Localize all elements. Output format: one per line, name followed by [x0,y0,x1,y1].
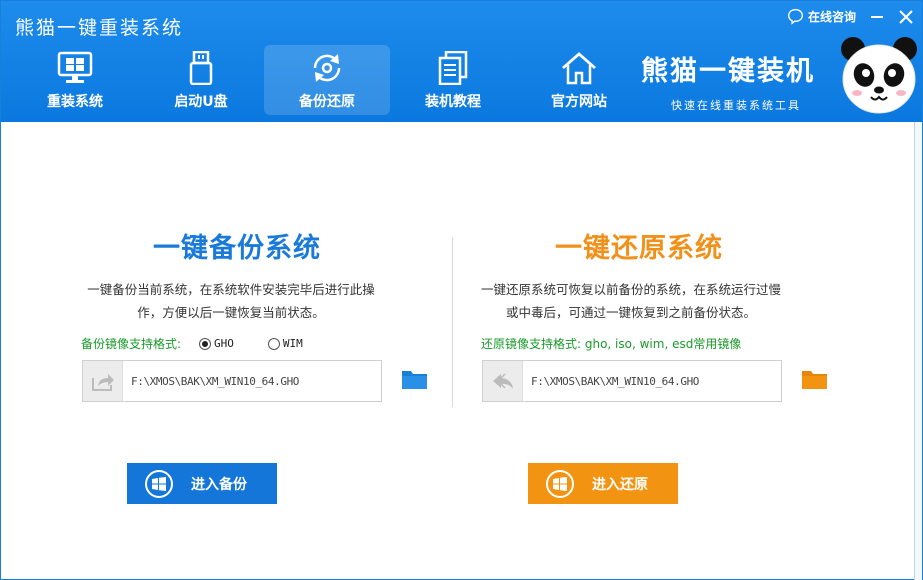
enter-restore-button[interactable]: 进入还原 [528,463,678,504]
nav-item-website[interactable]: 官方网站 [516,45,642,115]
restore-path-value: F:\XMOS\BAK\XM_WIN10_64.GHO [531,374,700,388]
reply-arrow-icon [492,373,513,389]
online-consult-link[interactable]: 在线咨询 [787,8,856,25]
restore-title: 一键还原系统 [555,233,723,264]
nav-item-label: 启动U盘 [174,94,228,110]
app-window: 熊猫一键重装系统 在线咨询 重装系统 启动U盘 备份还原 装机教程 官方网站 熊… [0,0,923,580]
brand-tagline: 快速在线重装系统工具 [671,99,801,112]
panda-mascot-logo [841,37,917,114]
restore-description: 一键还原系统可恢复以前备份的系统，在系统运行过慢或中毒后，可通过一键恢复到之前备… [481,282,782,320]
monitor-icon [57,51,93,83]
enter-backup-label: 进入备份 [191,476,247,493]
radio-indicator [267,337,280,350]
backup-folder-icon[interactable] [401,368,428,390]
format-radio-wim[interactable]: WIM [267,337,303,350]
home-icon [562,52,596,85]
format-option-label: WIM [282,337,303,350]
nav-item-backup-restore[interactable]: 备份还原 [264,45,390,115]
restore-panel: 一键还原系统 一键还原系统可恢复以前备份的系统，在系统运行过慢或中毒后，可通过一… [481,226,841,504]
app-title: 熊猫一键重装系统 [15,17,184,39]
close-button[interactable] [896,7,916,27]
close-icon [899,10,913,24]
restore-formats: 还原镜像支持格式: gho, iso, wim, esd常用镜像 [481,335,741,352]
usb-icon [189,51,213,85]
brand: 熊猫一键装机 快速在线重装系统工具 [641,49,841,113]
window-right-edge [914,122,922,580]
format-radio-gho[interactable]: GHO [199,337,234,350]
enter-backup-button[interactable]: 进入备份 [127,463,277,504]
nav-item-label: 备份还原 [299,94,355,110]
nav-item-usb[interactable]: 启动U盘 [138,45,264,115]
enter-restore-label: 进入还原 [592,476,648,493]
backup-formats-label: 备份镜像支持格式: [81,337,182,351]
windows-logo-icon [145,469,173,498]
path-icon-box [483,361,523,401]
share-arrow-icon [91,374,114,391]
format-option-label: GHO [214,337,234,350]
restore-path-field[interactable]: F:\XMOS\BAK\XM_WIN10_64.GHO [482,360,782,402]
chat-bubble-icon [788,9,803,25]
header: 熊猫一键重装系统 在线咨询 重装系统 启动U盘 备份还原 装机教程 官方网站 熊… [1,1,922,122]
brand-name: 熊猫一键装机 [641,56,815,87]
panel-divider [452,237,453,407]
backup-path-value: F:\XMOS\BAK\XM_WIN10_64.GHO [131,374,300,388]
restore-folder-icon[interactable] [801,368,828,390]
nav-item-label: 装机教程 [425,94,481,110]
nav-item-label: 官方网站 [551,94,607,110]
backup-path-field[interactable]: F:\XMOS\BAK\XM_WIN10_64.GHO [82,360,382,402]
backup-formats: 备份镜像支持格式: GHO WIM [81,335,303,352]
nav-item-reinstall[interactable]: 重装系统 [12,45,138,115]
backup-panel: 一键备份系统 一键备份当前系统，在系统软件安装完毕后进行此操作，方便以后一键恢复… [81,226,441,504]
documents-icon [438,51,468,85]
minimize-icon [871,16,883,18]
windows-logo-icon [546,469,574,498]
restore-formats-label: 还原镜像支持格式: gho, iso, wim, esd常用镜像 [481,337,742,351]
radio-indicator [199,337,212,350]
backup-description: 一键备份当前系统，在系统软件安装完毕后进行此操作，方便以后一键恢复当前状态。 [87,282,375,320]
online-consult-label: 在线咨询 [808,10,857,24]
nav-item-label: 重装系统 [47,94,103,110]
main-nav: 重装系统 启动U盘 备份还原 装机教程 官方网站 [12,45,642,115]
minimize-button[interactable] [867,7,887,27]
path-icon-box [83,361,123,401]
nav-item-tutorial[interactable]: 装机教程 [390,45,516,115]
backup-title: 一键备份系统 [153,233,321,264]
backup-restore-icon [313,54,341,82]
